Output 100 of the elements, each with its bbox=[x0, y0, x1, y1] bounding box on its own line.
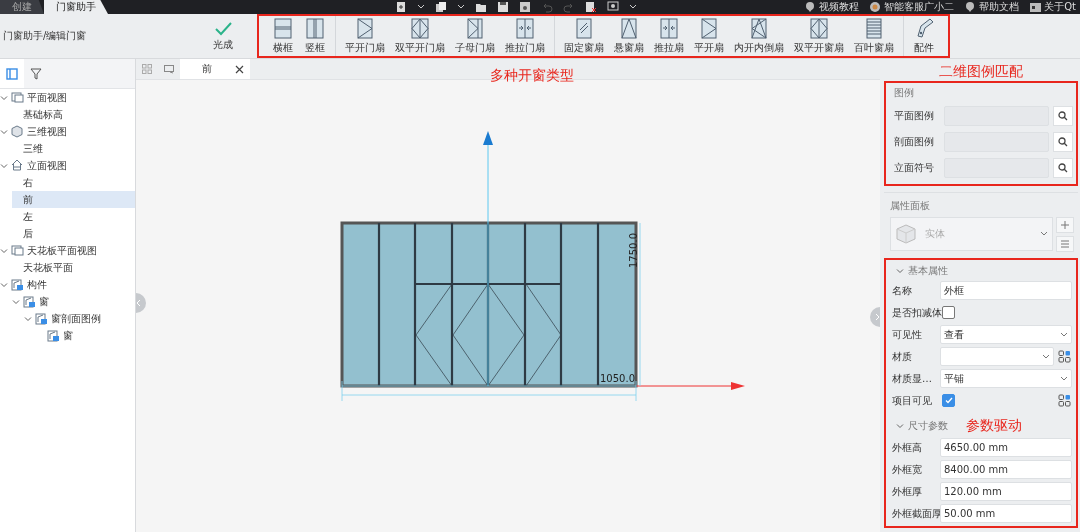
grid-icon bbox=[142, 64, 152, 74]
section-header[interactable]: 基本属性 bbox=[892, 264, 948, 278]
tool-button[interactable]: 双平开门扇 bbox=[392, 16, 448, 56]
house-icon bbox=[11, 159, 24, 172]
input-field[interactable]: 8400.00 mm bbox=[940, 460, 1072, 479]
field-label: 外框高 bbox=[892, 440, 923, 455]
tree-item[interactable]: 窗 bbox=[12, 293, 135, 310]
floor-plan-icon bbox=[11, 91, 24, 104]
view-tab[interactable]: 前 bbox=[180, 59, 250, 79]
edit-type-button[interactable] bbox=[1056, 236, 1074, 252]
component-icon bbox=[47, 329, 60, 342]
input-field[interactable]: 120.00 mm bbox=[940, 482, 1072, 501]
save-icon[interactable] bbox=[497, 1, 510, 13]
tree-item[interactable]: 三维视图 bbox=[0, 123, 135, 140]
chevron-icon[interactable] bbox=[24, 314, 32, 323]
chevron-icon[interactable] bbox=[0, 127, 8, 136]
ribbon-tab[interactable]: 门窗助手 bbox=[44, 0, 108, 14]
tool-button[interactable]: 推拉门扇 bbox=[502, 16, 548, 56]
clear-icon[interactable] bbox=[585, 1, 598, 13]
check-icon bbox=[213, 20, 233, 38]
annotation-text: 参数驱动 bbox=[966, 417, 1022, 435]
input-field[interactable]: 50.00 mm bbox=[940, 504, 1072, 523]
tool-button[interactable]: 固定窗扇 bbox=[561, 16, 607, 56]
tree-item[interactable]: 平面视图 bbox=[0, 89, 135, 106]
panel-tab[interactable] bbox=[0, 59, 24, 88]
fixed-sash-icon bbox=[573, 17, 595, 40]
material-browse-icon[interactable] bbox=[1057, 350, 1071, 363]
tree-item[interactable]: 天花板平面 bbox=[12, 259, 135, 276]
help-link[interactable]: 智能客服广小二 bbox=[869, 0, 955, 14]
checkbox[interactable] bbox=[942, 306, 955, 319]
swing-sash-icon bbox=[354, 17, 376, 40]
chevron-icon[interactable] bbox=[0, 161, 8, 170]
chevron-icon[interactable] bbox=[0, 93, 8, 102]
copy-icon[interactable] bbox=[435, 1, 448, 13]
tool-button[interactable]: 平开门扇 bbox=[342, 16, 388, 56]
tree-item[interactable]: 三维 bbox=[12, 140, 135, 157]
floor-plan-icon bbox=[11, 244, 24, 257]
tree-item[interactable]: 后 bbox=[12, 225, 135, 242]
close-icon[interactable] bbox=[235, 64, 244, 74]
qt-icon bbox=[1029, 1, 1042, 13]
tool-button[interactable]: 推拉扇 bbox=[651, 16, 687, 56]
search-icon bbox=[1058, 163, 1068, 173]
search-button[interactable] bbox=[1053, 106, 1073, 126]
caret-icon bbox=[1040, 231, 1048, 237]
dropdown[interactable]: 查看 bbox=[940, 325, 1072, 344]
tree-item[interactable]: 立面视图 bbox=[0, 157, 135, 174]
new-file-icon[interactable] bbox=[395, 1, 408, 13]
tool-button[interactable]: 子母门扇 bbox=[452, 16, 498, 56]
chevron-icon[interactable] bbox=[0, 246, 8, 255]
tree-item[interactable]: 窗 bbox=[36, 327, 135, 344]
tree-item[interactable]: 构件 bbox=[0, 276, 135, 293]
input-field[interactable]: 4650.00 mm bbox=[940, 438, 1072, 457]
field-label: 材质 bbox=[892, 349, 913, 364]
search-button[interactable] bbox=[1053, 158, 1073, 178]
double-sash-icon bbox=[808, 17, 830, 40]
undo-icon[interactable] bbox=[541, 1, 554, 13]
field-label: 材质显… bbox=[892, 371, 933, 386]
save-as-icon[interactable] bbox=[519, 1, 532, 13]
annotation-text: 二维图例匹配 bbox=[938, 62, 1024, 81]
tool-button[interactable]: 竖框 bbox=[301, 16, 329, 56]
tree-item[interactable]: 窗剖面图例 bbox=[24, 310, 135, 327]
pin-icon bbox=[964, 1, 977, 13]
chevron-icon[interactable] bbox=[12, 297, 20, 306]
unequal-sash-icon bbox=[464, 17, 486, 40]
section-header[interactable]: 尺寸参数 bbox=[892, 419, 948, 433]
settings-icon[interactable] bbox=[607, 1, 620, 13]
tool-button[interactable]: 悬窗扇 bbox=[611, 16, 647, 56]
tool-button[interactable]: 双平开窗扇 bbox=[791, 16, 847, 56]
tree-item[interactable]: 基础标高 bbox=[12, 106, 135, 123]
collapse-handle[interactable] bbox=[136, 293, 146, 313]
tree-item[interactable]: 前 bbox=[12, 191, 135, 208]
finish-button[interactable]: 光成 bbox=[203, 18, 243, 54]
tool-button[interactable]: 配件 bbox=[910, 16, 938, 56]
field-label: 剖面图例 bbox=[894, 135, 935, 149]
expand-handle[interactable] bbox=[870, 307, 880, 327]
help-link[interactable]: 关于Qt bbox=[1029, 0, 1076, 14]
tool-button[interactable]: 百叶窗扇 bbox=[851, 16, 897, 56]
sliding-sash-icon bbox=[514, 17, 536, 40]
help-link[interactable]: 帮助文档 bbox=[964, 0, 1020, 14]
tree-item[interactable]: 天花板平面视图 bbox=[0, 242, 135, 259]
tool-button[interactable]: 内开内倒扇 bbox=[731, 16, 787, 56]
help-link[interactable]: 视频教程 bbox=[804, 0, 860, 14]
component-icon bbox=[11, 278, 24, 291]
pin-icon bbox=[804, 1, 817, 13]
dimension-label: 1050.0 bbox=[600, 373, 635, 384]
chevron-icon[interactable] bbox=[0, 280, 8, 289]
tree-item[interactable]: 左 bbox=[12, 208, 135, 225]
filter-icon bbox=[30, 67, 42, 80]
checkbox[interactable] bbox=[942, 394, 955, 407]
material-browse-icon[interactable] bbox=[1057, 394, 1071, 407]
cube-icon bbox=[895, 223, 917, 245]
tool-button[interactable]: 横框 bbox=[269, 16, 297, 56]
tool-button[interactable]: 平开扇 bbox=[691, 16, 727, 56]
search-button[interactable] bbox=[1053, 132, 1073, 152]
add-type-button[interactable] bbox=[1056, 217, 1074, 233]
tilt-turn-sash-icon bbox=[748, 17, 770, 40]
input-field[interactable]: 外框 bbox=[940, 281, 1072, 300]
ribbon-tab[interactable]: 创建 bbox=[0, 0, 44, 14]
dropdown[interactable]: 平铺 bbox=[940, 369, 1072, 388]
tree-item[interactable]: 右 bbox=[12, 174, 135, 191]
